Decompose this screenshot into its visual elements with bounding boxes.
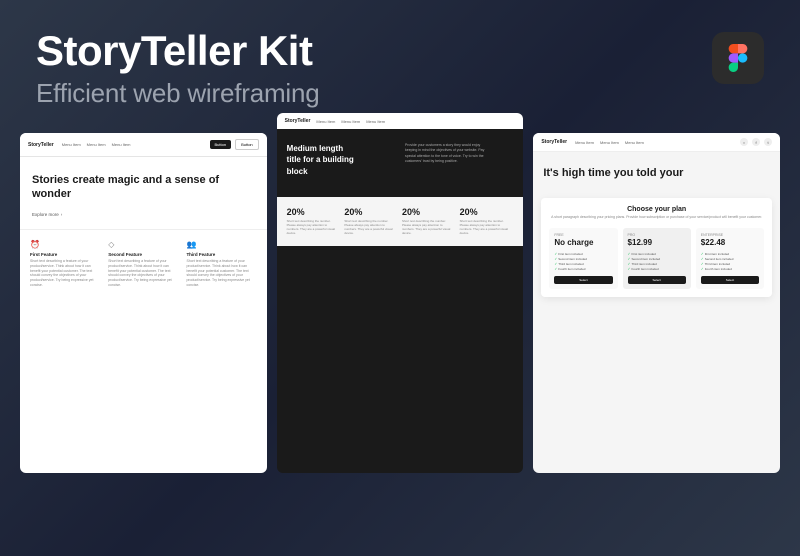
ss-stat-2-text: Short text describing the number. Please… xyxy=(344,219,398,236)
ss-left-feature-3-title: Third Feature xyxy=(186,252,256,257)
ss-left-nav-item-3: Menu Item xyxy=(112,142,131,147)
screenshot-middle: StoryTeller Menu Item Menu Item Menu Ite… xyxy=(277,113,524,473)
ss-stat-4-num: 20% xyxy=(460,207,514,217)
ss-plan-enterprise-feat-3: ✓Third item included xyxy=(701,262,759,266)
ss-plan-free-btn[interactable]: Select xyxy=(554,276,612,284)
ss-right-nav: StoryTeller Menu Item Menu Item Menu Ite… xyxy=(533,133,780,152)
ss-plan-pro-btn[interactable]: Select xyxy=(628,276,686,284)
ss-plan-enterprise-feat-1: ✓First item included xyxy=(701,252,759,256)
ss-stat-1: 20% Short text describing the number. Pl… xyxy=(287,207,341,236)
screenshot-left: StoryTeller Menu Item Menu Item Menu Ite… xyxy=(20,133,267,473)
ss-left-btn1: Button xyxy=(210,140,232,149)
header-text: StoryTeller Kit Efficient web wireframin… xyxy=(36,28,712,109)
ss-mid-dark-text-col: Provide your customers a story they woul… xyxy=(405,143,513,183)
ss-right-hero: It's high time you told your xyxy=(533,152,780,198)
ss-social-facebook-icon: f xyxy=(752,138,760,146)
ss-plan-enterprise-btn[interactable]: Select xyxy=(701,276,759,284)
ss-plan-pro-feat-2: ✓Second item included xyxy=(628,257,686,261)
ss-right-hero-title: It's high time you told your xyxy=(543,166,770,180)
ss-left-nav-item-1: Menu Item xyxy=(62,142,81,147)
ss-plan-enterprise-tier: ENTERPRISE xyxy=(701,233,759,237)
ss-pricing-subtitle: A short paragraph describing your pricin… xyxy=(549,215,764,220)
ss-left-nav: StoryTeller Menu Item Menu Item Menu Ite… xyxy=(20,133,267,157)
ss-plan-free-feat-3: ✓Third item included xyxy=(554,262,612,266)
ss-plan-enterprise-price: $22.48 xyxy=(701,239,759,248)
ss-left-hero-title: Stories create magic and a sense of wond… xyxy=(32,173,255,202)
ss-left-features: ⏰ First Feature Short text describing a … xyxy=(20,229,267,298)
ss-left-feature-1-title: First Feature xyxy=(30,252,100,257)
ss-mid-dark-title: Medium length title for a building block xyxy=(287,143,357,177)
ss-stat-2: 20% Short text describing the number. Pl… xyxy=(344,207,398,236)
ss-mid-nav: StoryTeller Menu Item Menu Item Menu Ite… xyxy=(277,113,524,129)
ss-right-social: ○ f t xyxy=(740,138,772,146)
ss-plan-free: FREE No charge ✓First item included ✓Sec… xyxy=(549,228,617,289)
ss-left-hero: Stories create magic and a sense of wond… xyxy=(20,157,267,229)
ss-stat-1-text: Short text describing the number. Please… xyxy=(287,219,341,236)
ss-mid-nav-item-3: Menu Item xyxy=(366,119,385,124)
ss-stat-4: 20% Short text describing the number. Pl… xyxy=(460,207,514,236)
ss-plan-enterprise: ENTERPRISE $22.48 ✓First item included ✓… xyxy=(696,228,764,289)
ss-plans: FREE No charge ✓First item included ✓Sec… xyxy=(549,228,764,289)
ss-left-feature-2-icon: ◇ xyxy=(108,240,178,249)
ss-mid-dark-section: Medium length title for a building block… xyxy=(277,129,524,197)
figma-badge xyxy=(712,32,764,84)
ss-left-feature-2-text: Short text describing a feature of your … xyxy=(108,259,178,288)
ss-mid-dark-content: Medium length title for a building block xyxy=(287,143,395,183)
ss-plan-free-feat-1: ✓First item included xyxy=(554,252,612,256)
screenshot-right: StoryTeller Menu Item Menu Item Menu Ite… xyxy=(533,133,780,473)
ss-left-feature-3: 👥 Third Feature Short text describing a … xyxy=(186,240,256,288)
ss-right-nav-item-1: Menu Item xyxy=(575,140,594,145)
header: StoryTeller Kit Efficient web wireframin… xyxy=(0,0,800,129)
app-title: StoryTeller Kit xyxy=(36,28,712,74)
ss-left-nav-item-2: Menu Item xyxy=(87,142,106,147)
ss-left-feature-3-text: Short text describing a feature of your … xyxy=(186,259,256,288)
ss-plan-pro-tier: PRO xyxy=(628,233,686,237)
ss-pricing: Choose your plan A short paragraph descr… xyxy=(541,198,772,297)
ss-left-brand: StoryTeller xyxy=(28,142,54,148)
app-subtitle: Efficient web wireframing xyxy=(36,78,712,109)
ss-pricing-title: Choose your plan xyxy=(549,206,764,213)
ss-left-feature-1-icon: ⏰ xyxy=(30,240,100,249)
ss-mid-nav-items: Menu Item Menu Item Menu Item xyxy=(316,119,515,124)
ss-left-btn2: Button xyxy=(235,139,259,150)
ss-stat-3-text: Short text describing the number. Please… xyxy=(402,219,456,236)
ss-left-explore: Explore more › xyxy=(32,212,255,217)
ss-plan-enterprise-feat-2: ✓Second item included xyxy=(701,257,759,261)
ss-left-nav-items: Menu Item Menu Item Menu Item xyxy=(62,142,210,147)
ss-social-twitter-icon: t xyxy=(764,138,772,146)
ss-stat-3: 20% Short text describing the number. Pl… xyxy=(402,207,456,236)
ss-plan-pro-feat-1: ✓First item included xyxy=(628,252,686,256)
ss-plan-pro-feat-3: ✓Third item included xyxy=(628,262,686,266)
ss-left-feature-1-text: Short text describing a feature of your … xyxy=(30,259,100,288)
ss-right-nav-item-2: Menu Item xyxy=(600,140,619,145)
figma-icon xyxy=(724,44,752,72)
ss-mid-brand: StoryTeller xyxy=(285,118,311,124)
ss-stat-3-num: 20% xyxy=(402,207,456,217)
ss-right-brand: StoryTeller xyxy=(541,139,567,145)
ss-social-circle-icon: ○ xyxy=(740,138,748,146)
ss-plan-free-feat-4: ✓Fourth item included xyxy=(554,267,612,271)
ss-mid-dark-text: Provide your customers a story they woul… xyxy=(405,143,485,164)
ss-mid-nav-item-1: Menu Item xyxy=(316,119,335,124)
ss-left-feature-2: ◇ Second Feature Short text describing a… xyxy=(108,240,178,288)
screenshots-grid: StoryTeller Menu Item Menu Item Menu Ite… xyxy=(0,133,800,473)
ss-plan-free-feat-2: ✓Second item included xyxy=(554,257,612,261)
ss-plan-free-price: No charge xyxy=(554,239,612,248)
ss-left-feature-3-icon: 👥 xyxy=(186,240,256,249)
ss-stat-4-text: Short text describing the number. Please… xyxy=(460,219,514,236)
ss-mid-nav-item-2: Menu Item xyxy=(341,119,360,124)
ss-plan-pro: PRO $12.99 ✓First item included ✓Second … xyxy=(623,228,691,289)
ss-plan-pro-price: $12.99 xyxy=(628,239,686,248)
ss-plan-free-tier: FREE xyxy=(554,233,612,237)
ss-left-feature-1: ⏰ First Feature Short text describing a … xyxy=(30,240,100,288)
ss-stat-2-num: 20% xyxy=(344,207,398,217)
ss-stat-1-num: 20% xyxy=(287,207,341,217)
ss-right-nav-item-3: Menu Item xyxy=(625,140,644,145)
ss-left-feature-2-title: Second Feature xyxy=(108,252,178,257)
ss-mid-stats: 20% Short text describing the number. Pl… xyxy=(277,197,524,246)
ss-right-nav-items: Menu Item Menu Item Menu Item xyxy=(575,140,740,145)
ss-plan-enterprise-feat-4: ✓Fourth item included xyxy=(701,267,759,271)
ss-plan-pro-feat-4: ✓Fourth item included xyxy=(628,267,686,271)
